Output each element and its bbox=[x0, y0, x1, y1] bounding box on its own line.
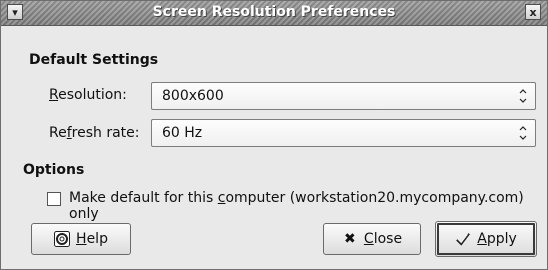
refresh-rate-value: 60 Hz bbox=[162, 125, 203, 141]
close-icon: ✖ bbox=[344, 231, 356, 247]
window-close-button[interactable]: x bbox=[525, 4, 541, 20]
apply-check-icon bbox=[455, 231, 471, 247]
dropdown-arrow-icon bbox=[514, 123, 532, 143]
help-label: Help bbox=[76, 231, 108, 247]
close-icon: x bbox=[529, 5, 537, 19]
close-button[interactable]: ✖ Close bbox=[323, 223, 421, 255]
help-button[interactable]: Help bbox=[31, 223, 131, 255]
refresh-rate-select[interactable]: 60 Hz bbox=[151, 119, 536, 147]
apply-label: Apply bbox=[477, 231, 517, 247]
refresh-label-prefix: Re bbox=[49, 125, 67, 141]
resolution-label-rest: esolution: bbox=[58, 87, 127, 103]
resolution-label: Resolution: bbox=[49, 87, 127, 103]
apply-button[interactable]: Apply bbox=[435, 221, 537, 257]
make-default-label-prefix: Make default for this bbox=[69, 190, 218, 206]
refresh-rate-label: Refresh rate: bbox=[49, 125, 140, 141]
close-label: Close bbox=[363, 231, 403, 247]
resolution-label-accel: R bbox=[49, 87, 59, 103]
resolution-select[interactable]: 800x600 bbox=[151, 82, 536, 110]
resolution-value: 800x600 bbox=[162, 88, 224, 104]
refresh-label-rest: resh rate: bbox=[71, 125, 140, 141]
help-icon bbox=[54, 231, 71, 247]
window-title: Screen Resolution Preferences bbox=[152, 4, 396, 20]
make-default-checkbox[interactable] bbox=[47, 192, 61, 206]
title-bar[interactable]: ▾ Screen Resolution Preferences x bbox=[1, 1, 547, 26]
options-heading: Options bbox=[23, 162, 85, 178]
default-settings-heading: Default Settings bbox=[29, 52, 159, 68]
dropdown-arrow-icon bbox=[514, 86, 532, 106]
make-default-label[interactable]: Make default for this computer (workstat… bbox=[69, 190, 547, 222]
preferences-window: ▾ Screen Resolution Preferences x Defaul… bbox=[0, 0, 548, 270]
